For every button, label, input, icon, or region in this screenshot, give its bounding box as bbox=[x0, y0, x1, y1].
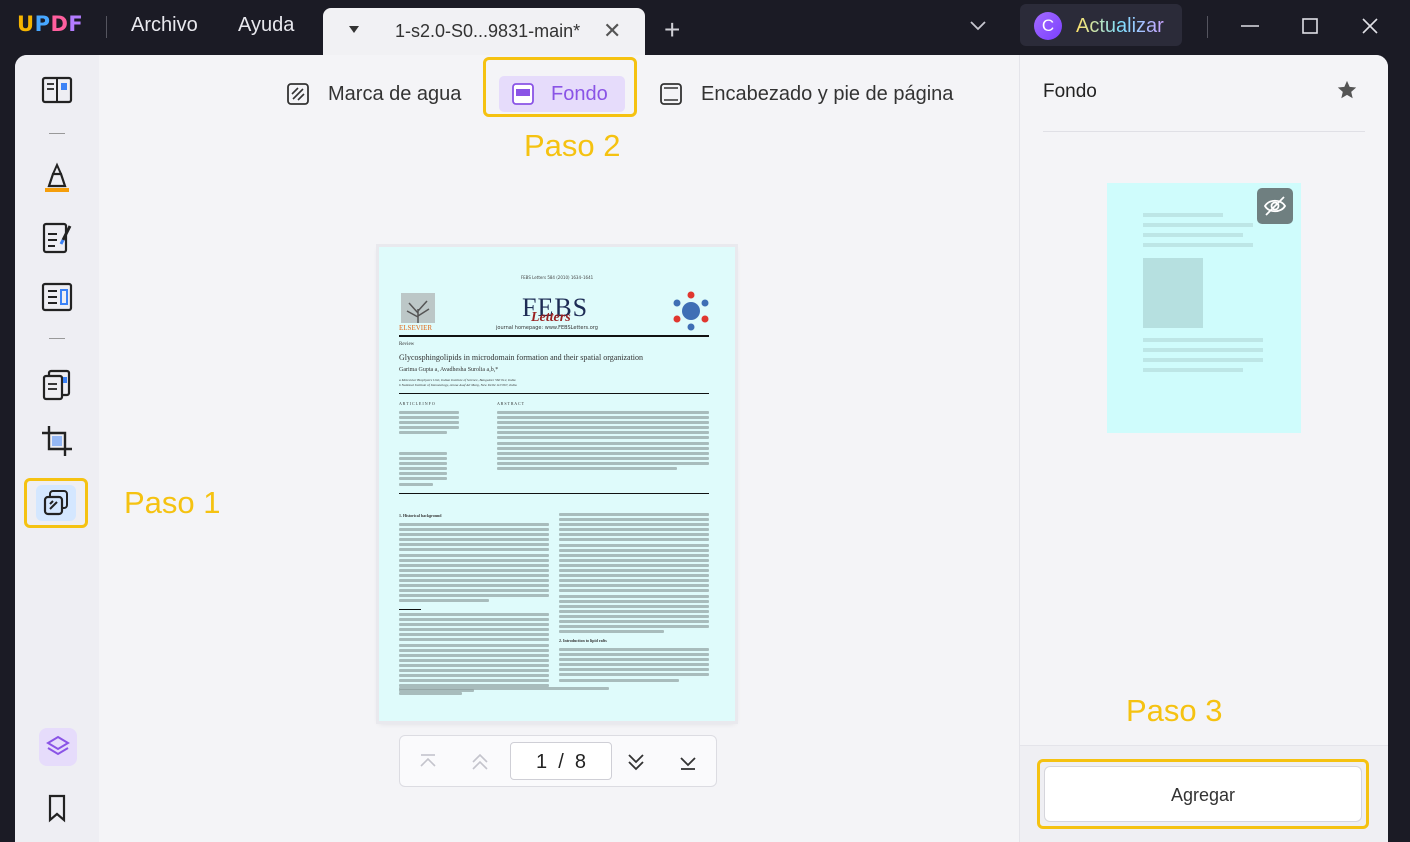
affiliation-1: a Molecular Biophysics Unit, Indian Inst… bbox=[399, 378, 516, 382]
header-footer-tool[interactable]: Encabezado y pie de página bbox=[659, 78, 953, 110]
column-right-text bbox=[559, 513, 709, 635]
background-tool-highlight: Fondo bbox=[483, 57, 637, 117]
thumb-line bbox=[1143, 243, 1253, 247]
journal-homepage: journal homepage: www.FEBSLetters.org bbox=[496, 325, 598, 331]
pdf-page[interactable]: FEBS Letters 584 (2010) 1634–1641 ELSEVI… bbox=[379, 247, 735, 721]
copyright-text bbox=[399, 687, 609, 697]
header-footer-icon bbox=[660, 83, 682, 105]
article-info-heading: A R T I C L E I N F O bbox=[399, 401, 435, 406]
tools-button-highlight[interactable] bbox=[24, 478, 88, 528]
upgrade-label: Actualizar bbox=[1076, 15, 1164, 37]
watermark-tool[interactable]: Marca de agua bbox=[286, 78, 461, 110]
thumb-line bbox=[1143, 338, 1263, 342]
first-page-icon[interactable] bbox=[418, 752, 438, 772]
panel-footer: Agregar bbox=[1020, 745, 1388, 842]
affiliation-2: b National Institute of Immunology, Arun… bbox=[399, 383, 517, 387]
star-icon[interactable] bbox=[1336, 79, 1358, 101]
article-authors: Garima Gupta a, Avadhesha Surolia a,b,* bbox=[399, 367, 499, 373]
background-icon bbox=[512, 83, 534, 105]
new-tab-icon[interactable]: + bbox=[664, 14, 680, 46]
step-1-label: Paso 1 bbox=[124, 485, 221, 520]
organize-pages-icon[interactable] bbox=[39, 367, 75, 403]
historical-heading: 1. Historical background bbox=[399, 513, 442, 518]
keywords-text bbox=[399, 452, 447, 488]
edit-pdf-icon[interactable] bbox=[39, 220, 75, 256]
close-window-icon[interactable] bbox=[1356, 12, 1384, 40]
rafts-text bbox=[559, 648, 709, 684]
close-tab-icon[interactable]: ✕ bbox=[603, 18, 621, 44]
rafts-heading: 2. Introduction to lipid rafts bbox=[559, 638, 607, 643]
thumb-line bbox=[1143, 223, 1253, 227]
menu-archivo[interactable]: Archivo bbox=[131, 14, 198, 37]
section-label: Review bbox=[399, 342, 415, 347]
step-3-label: Paso 3 bbox=[1126, 693, 1223, 728]
maximize-icon[interactable] bbox=[1296, 12, 1324, 40]
divider bbox=[106, 16, 107, 38]
watermark-icon bbox=[287, 83, 309, 105]
page-number-input[interactable]: 1 / 8 bbox=[510, 742, 612, 780]
minimize-icon[interactable] bbox=[1236, 12, 1264, 40]
crop-icon[interactable] bbox=[39, 423, 75, 459]
divider bbox=[1207, 16, 1208, 38]
highlighter-icon[interactable] bbox=[39, 160, 75, 196]
layers-button[interactable] bbox=[39, 728, 77, 766]
updf-logo: UPDF bbox=[17, 12, 84, 36]
background-tool[interactable]: Fondo bbox=[499, 76, 625, 112]
column-left-text bbox=[399, 523, 549, 605]
page-navigator: 1 / 8 bbox=[399, 735, 717, 787]
thumb-line bbox=[1143, 368, 1243, 372]
tools-button[interactable] bbox=[36, 485, 76, 521]
abstract-heading: A B S T R A C T bbox=[497, 401, 525, 406]
thumb-line bbox=[1143, 358, 1263, 362]
main-window: Marca de agua Fondo Encabezado y pie de … bbox=[15, 55, 1388, 842]
publisher-name: ELSEVIER bbox=[399, 324, 433, 332]
tab-title: 1-s2.0-S0...9831-main* bbox=[395, 21, 581, 41]
background-label: Fondo bbox=[551, 83, 608, 105]
chevron-down-icon[interactable] bbox=[968, 16, 988, 36]
background-panel: Fondo Paso 3 Agregar bbox=[1019, 55, 1388, 842]
layers-icon bbox=[46, 735, 70, 756]
watermark-tools-icon bbox=[43, 490, 68, 516]
toggle-visibility-button[interactable] bbox=[1257, 188, 1293, 224]
avatar: C bbox=[1034, 12, 1062, 40]
document-tab[interactable]: 1-s2.0-S0...9831-main* ✕ bbox=[323, 8, 645, 55]
next-page-icon[interactable] bbox=[626, 752, 646, 772]
watermark-label: Marca de agua bbox=[328, 82, 462, 105]
step-2-label: Paso 2 bbox=[524, 128, 621, 163]
background-template-thumbnail[interactable] bbox=[1107, 183, 1301, 433]
panel-divider bbox=[1043, 131, 1365, 132]
thumb-image bbox=[1143, 258, 1203, 328]
divider bbox=[399, 393, 709, 394]
thumb-line bbox=[1143, 348, 1263, 352]
panel-title: Fondo bbox=[1043, 81, 1097, 102]
document-area: Marca de agua Fondo Encabezado y pie de … bbox=[99, 55, 1019, 842]
journal-line: FEBS Letters 584 (2010) 1634–1641 bbox=[520, 275, 594, 280]
abstract-text bbox=[497, 411, 709, 472]
menu-ayuda[interactable]: Ayuda bbox=[238, 14, 294, 37]
header-rule bbox=[399, 335, 709, 337]
article-title: Glycosphingolipids in microdomain format… bbox=[399, 353, 644, 362]
add-button-highlight: Agregar bbox=[1037, 759, 1369, 829]
title-bar: UPDF Archivo Ayuda 1-s2.0-S0...9831-main… bbox=[0, 0, 1410, 55]
febs-logo-icon bbox=[673, 291, 709, 331]
add-button[interactable]: Agregar bbox=[1044, 766, 1362, 822]
article-info-text bbox=[399, 411, 459, 436]
left-sidebar bbox=[15, 55, 99, 842]
tab-dropdown-icon[interactable] bbox=[349, 26, 359, 33]
footnote-rule bbox=[399, 609, 421, 610]
previous-page-icon[interactable] bbox=[470, 752, 490, 772]
eye-hidden-icon bbox=[1263, 196, 1287, 216]
reader-icon[interactable] bbox=[39, 73, 75, 109]
bookmark-icon[interactable] bbox=[39, 790, 75, 826]
thumb-line bbox=[1143, 233, 1243, 237]
upgrade-button[interactable]: C Actualizar bbox=[1020, 4, 1182, 46]
last-page-icon[interactable] bbox=[678, 752, 698, 772]
footnote-text bbox=[399, 613, 549, 695]
sidebar-divider bbox=[49, 133, 65, 134]
sidebar-divider bbox=[49, 338, 65, 339]
form-icon[interactable] bbox=[39, 279, 75, 315]
header-footer-label: Encabezado y pie de página bbox=[701, 82, 954, 105]
divider bbox=[399, 493, 709, 494]
thumb-line bbox=[1143, 213, 1223, 217]
